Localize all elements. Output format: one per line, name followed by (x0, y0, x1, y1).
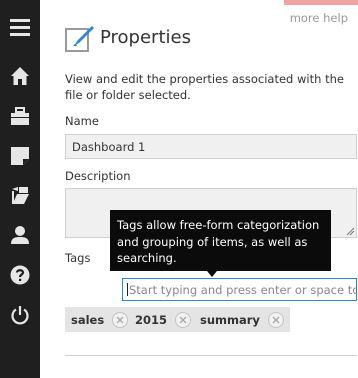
more-help-link[interactable]: more help (290, 11, 348, 25)
tag-chip: sales (65, 307, 135, 332)
name-field[interactable]: Dashboard 1 (65, 134, 357, 159)
close-icon (272, 316, 280, 323)
tag-chip: 2015 (129, 307, 198, 332)
name-label: Name (65, 114, 99, 128)
resize-grip-icon[interactable] (345, 226, 355, 236)
user-icon (11, 226, 29, 244)
close-icon (116, 316, 124, 323)
remove-tag-button[interactable] (175, 311, 192, 328)
help-button[interactable] (0, 256, 40, 294)
account-button[interactable] (0, 216, 40, 254)
panel-description: View and edit the properties associated … (65, 72, 344, 102)
notes-button[interactable] (0, 137, 40, 175)
description-label: Description (65, 169, 131, 183)
top-accent-bar (284, 0, 358, 5)
menu-icon (10, 19, 30, 36)
tag-chip: summary (194, 307, 290, 332)
tags-label: Tags (65, 251, 91, 265)
sidebar (0, 0, 40, 378)
close-icon (179, 316, 187, 323)
properties-icon (65, 25, 95, 53)
remove-tag-button[interactable] (112, 311, 129, 328)
remove-tag-button[interactable] (267, 311, 284, 328)
folders-button[interactable] (0, 176, 40, 214)
page-title: Properties (100, 27, 191, 48)
folder-open-icon (12, 187, 29, 204)
tag-label: 2015 (135, 312, 168, 327)
tags-input[interactable]: Start typing and press enter or space to… (122, 278, 357, 301)
home-icon (11, 67, 29, 85)
briefcase-button[interactable] (0, 97, 40, 135)
tags-tooltip: Tags allow free-form categorization and … (110, 210, 331, 271)
power-icon (11, 306, 29, 325)
tooltip-arrow (207, 271, 217, 277)
section-divider (65, 355, 357, 356)
text-caret (127, 283, 128, 296)
help-icon (10, 265, 30, 285)
menu-button[interactable] (0, 8, 40, 46)
home-button[interactable] (0, 57, 40, 95)
tag-label: sales (71, 312, 105, 327)
briefcase-icon (11, 107, 29, 125)
note-icon (11, 147, 29, 165)
tags-placeholder: Start typing and press enter or space to… (129, 283, 356, 297)
sign-out-button[interactable] (0, 296, 40, 334)
tag-label: summary (200, 312, 260, 327)
